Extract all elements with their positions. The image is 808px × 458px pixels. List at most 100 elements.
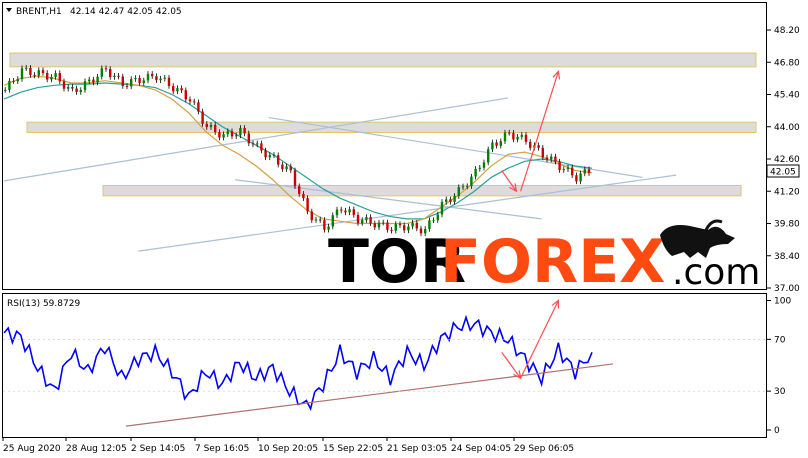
candle-body (356, 214, 360, 223)
resistance-zone-middle (26, 121, 757, 134)
price-tick-label: 38.40 (774, 252, 800, 262)
candle-body (478, 167, 481, 169)
rsi-tick-label: 70 (774, 335, 786, 345)
candle-body (201, 111, 204, 124)
candle-body (193, 101, 196, 103)
candle-body (503, 132, 507, 142)
candle-body (104, 68, 108, 70)
price-tick-label: 48.20 (774, 26, 800, 36)
candle-body (558, 161, 561, 170)
candle-body (344, 210, 347, 213)
rsi-tick-label: 30 (774, 387, 786, 397)
candle-body (230, 131, 234, 137)
candle-body (180, 88, 183, 91)
candle-body (197, 102, 200, 112)
candle-body (571, 167, 574, 176)
candle-body (239, 127, 242, 136)
candle-body (113, 75, 116, 78)
candle-body (537, 145, 540, 148)
candle-body (352, 209, 355, 215)
candle-body (243, 127, 246, 134)
chart-canvas: TOR FOREX .com BRENT,H1 42.14 42.47 42.0… (2, 2, 800, 454)
time-tick-label: 7 Sep 16:05 (195, 444, 249, 454)
rsi-title: RSI(13) 59.8729 (7, 299, 80, 309)
candle-body (58, 73, 61, 82)
candle-body (92, 79, 95, 83)
candle-body (566, 167, 570, 170)
candle-body (482, 162, 486, 168)
candle-body (550, 156, 553, 160)
candle-body (281, 164, 284, 170)
candle-body (134, 77, 137, 80)
candle-body (184, 90, 187, 100)
rsi-panel-frame (2, 293, 767, 438)
candle-body (100, 68, 103, 77)
candle-body (331, 215, 334, 227)
candle-body (67, 86, 70, 89)
candle-body (146, 73, 150, 81)
candle-body (495, 142, 498, 146)
candle-body (512, 132, 515, 140)
candle-body (449, 199, 452, 202)
price-tick-label: 42.60 (774, 155, 800, 165)
candle-body (302, 193, 305, 199)
chart-window: TOR FOREX .com BRENT,H1 42.14 42.47 42.0… (0, 0, 808, 458)
candle-body (155, 76, 158, 81)
candle-body (457, 187, 460, 196)
last-price-label: 42.05 (770, 168, 796, 178)
resistance-zone-top (9, 52, 757, 68)
candle-body (361, 220, 364, 223)
candle-body (121, 76, 124, 87)
candle-body (176, 88, 179, 92)
candle-body (159, 78, 162, 81)
candle-body (432, 220, 435, 222)
candle-body (25, 67, 28, 69)
candle-body (323, 220, 326, 230)
candle-body (125, 86, 129, 88)
time-tick-label: 28 Aug 12:05 (66, 444, 127, 454)
candle-body (579, 173, 582, 182)
candle-body (440, 201, 444, 215)
candle-body (79, 90, 82, 93)
candle-body (188, 99, 192, 102)
candle-body (33, 74, 36, 76)
candle-body (466, 186, 469, 188)
price-tick-label: 45.40 (774, 91, 800, 101)
time-tick-label: 2 Sep 14:05 (131, 444, 185, 454)
candle-body (8, 80, 11, 90)
candle-body (50, 76, 53, 80)
candle-body (487, 149, 490, 163)
candle-body (340, 209, 343, 211)
watermark-forex: FOREX (440, 227, 665, 297)
symbol-title: BRENT,H1 (16, 7, 62, 17)
ohlc-values: 42.14 42.47 42.05 42.05 (70, 7, 182, 17)
candle-body (251, 143, 255, 145)
candle-body (520, 134, 523, 137)
candle-body (54, 73, 57, 77)
rsi-tick-label: 100 (774, 297, 791, 307)
candle-body (163, 77, 166, 79)
candle-body (583, 169, 586, 174)
candle-body (117, 75, 120, 77)
candle-body (268, 154, 271, 158)
candle-body (260, 143, 263, 151)
candle-body (499, 141, 502, 146)
candle-body (96, 76, 99, 83)
candle-body (4, 89, 7, 91)
candle-body (348, 209, 351, 213)
candle-body (470, 176, 473, 187)
candle-body (491, 142, 494, 150)
candle-body (516, 136, 519, 140)
price-tick-label: 41.20 (774, 187, 800, 197)
candle-body (142, 80, 145, 83)
candle-body (20, 68, 24, 80)
price-tick-label: 37.00 (774, 284, 800, 294)
candle-body (436, 214, 439, 221)
candle-body (218, 132, 221, 138)
candle-body (235, 135, 238, 137)
candle-body (109, 68, 112, 78)
candle-body (88, 79, 91, 82)
candle-body (16, 79, 19, 82)
support-zone (102, 184, 742, 197)
candle-body (205, 123, 208, 128)
